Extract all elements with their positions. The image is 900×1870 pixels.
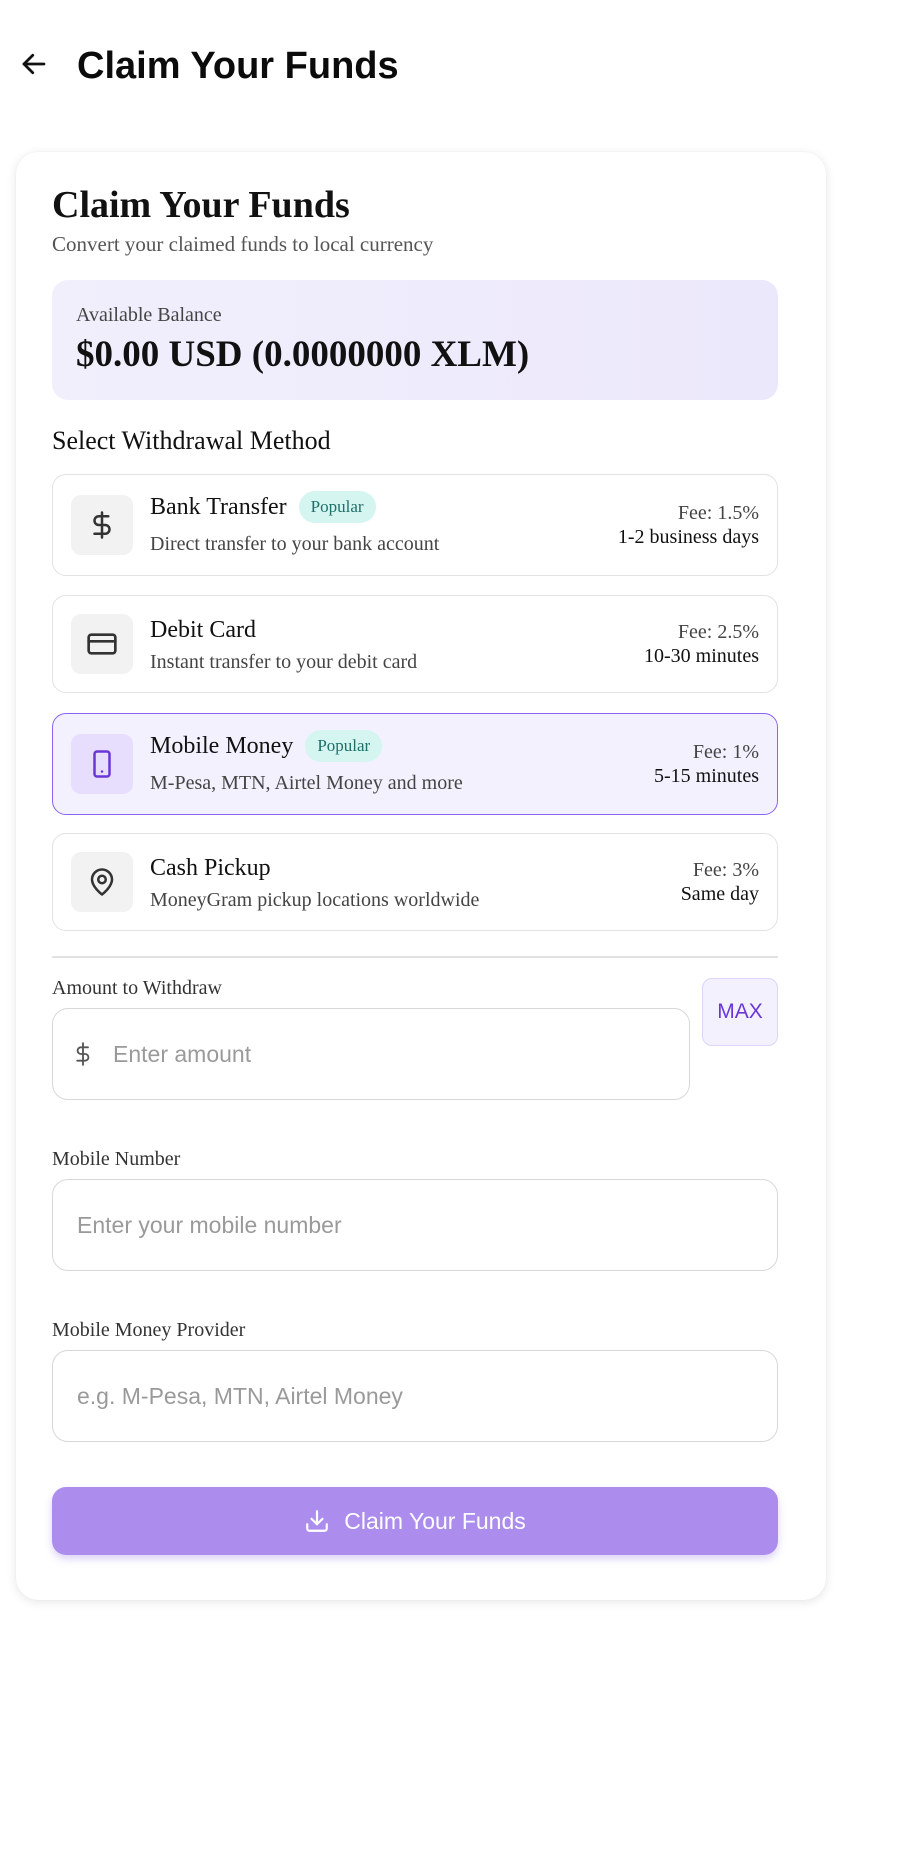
popular-badge: Popular <box>298 491 376 523</box>
card-title: Claim Your Funds <box>52 184 350 226</box>
method-debit-card[interactable]: Debit Card Instant transfer to your debi… <box>52 595 778 693</box>
method-description: M-Pesa, MTN, Airtel Money and more <box>150 772 463 794</box>
method-cash-pickup[interactable]: Cash Pickup MoneyGram pickup locations w… <box>52 833 778 931</box>
method-name: Cash Pickup <box>150 855 271 881</box>
popular-badge: Popular <box>305 730 383 762</box>
top-bar: Claim Your Funds <box>0 0 900 130</box>
method-time: 10-30 minutes <box>644 645 759 667</box>
method-time: 5-15 minutes <box>654 765 759 787</box>
method-name-row: Mobile Money Popular <box>150 730 383 762</box>
method-name: Debit Card <box>150 617 256 643</box>
method-description: Instant transfer to your debit card <box>150 651 418 673</box>
method-name-row: Cash Pickup <box>150 852 271 884</box>
method-name: Mobile Money <box>150 733 294 759</box>
method-mobile-money[interactable]: Mobile Money Popular M-Pesa, MTN, Airtel… <box>52 713 778 815</box>
arrow-left-icon <box>22 53 46 75</box>
method-fee: Fee: 1.5% <box>677 502 759 524</box>
method-name-row: Bank Transfer Popular <box>150 491 376 523</box>
balance-amount: $0.00 USD (0.0000000 XLM) <box>76 334 530 375</box>
page-title: Claim Your Funds <box>77 45 399 87</box>
method-fee: Fee: 1% <box>692 741 759 763</box>
method-bank-transfer[interactable]: Bank Transfer Popular Direct transfer to… <box>52 474 778 576</box>
method-icon-container <box>71 614 133 674</box>
amount-label: Amount to Withdraw <box>52 977 222 999</box>
claim-card: Claim Your Funds Convert your claimed fu… <box>16 152 826 1600</box>
claim-funds-label: Claim Your Funds <box>344 1507 526 1534</box>
balance-label: Available Balance <box>76 304 222 326</box>
back-button[interactable] <box>16 46 52 82</box>
amount-input[interactable] <box>113 1009 673 1099</box>
method-icon-container <box>71 734 133 794</box>
card-subtitle: Convert your claimed funds to local curr… <box>52 232 434 256</box>
withdrawal-method-heading: Select Withdrawal Method <box>52 426 331 455</box>
method-fee: Fee: 2.5% <box>677 621 759 643</box>
provider-input[interactable] <box>77 1351 757 1441</box>
method-name-row: Debit Card <box>150 614 256 646</box>
mobile-phone-icon <box>93 750 111 778</box>
mobile-number-label: Mobile Number <box>52 1148 181 1170</box>
mobile-number-input[interactable] <box>77 1180 757 1270</box>
claim-funds-button[interactable]: Claim Your Funds <box>52 1487 778 1555</box>
method-fee: Fee: 3% <box>692 859 759 881</box>
method-name: Bank Transfer <box>150 494 287 520</box>
mobile-number-input-box <box>52 1179 778 1271</box>
amount-input-box <box>52 1008 690 1100</box>
provider-input-box <box>52 1350 778 1442</box>
max-button[interactable]: MAX <box>702 978 778 1046</box>
divider <box>52 956 778 958</box>
method-icon-container <box>71 495 133 555</box>
method-time: 1-2 business days <box>617 526 759 548</box>
download-icon <box>306 1510 329 1532</box>
map-pin-icon <box>90 868 114 896</box>
method-description: MoneyGram pickup locations worldwide <box>150 889 480 911</box>
method-icon-container <box>71 852 133 912</box>
credit-card-icon <box>87 633 117 655</box>
balance-panel: Available Balance $0.00 USD (0.0000000 X… <box>52 280 778 400</box>
provider-label: Mobile Money Provider <box>52 1319 246 1341</box>
method-time: Same day <box>680 883 759 905</box>
dollar-icon <box>93 511 111 539</box>
dollar-icon <box>76 1042 90 1066</box>
method-description: Direct transfer to your bank account <box>150 533 440 555</box>
